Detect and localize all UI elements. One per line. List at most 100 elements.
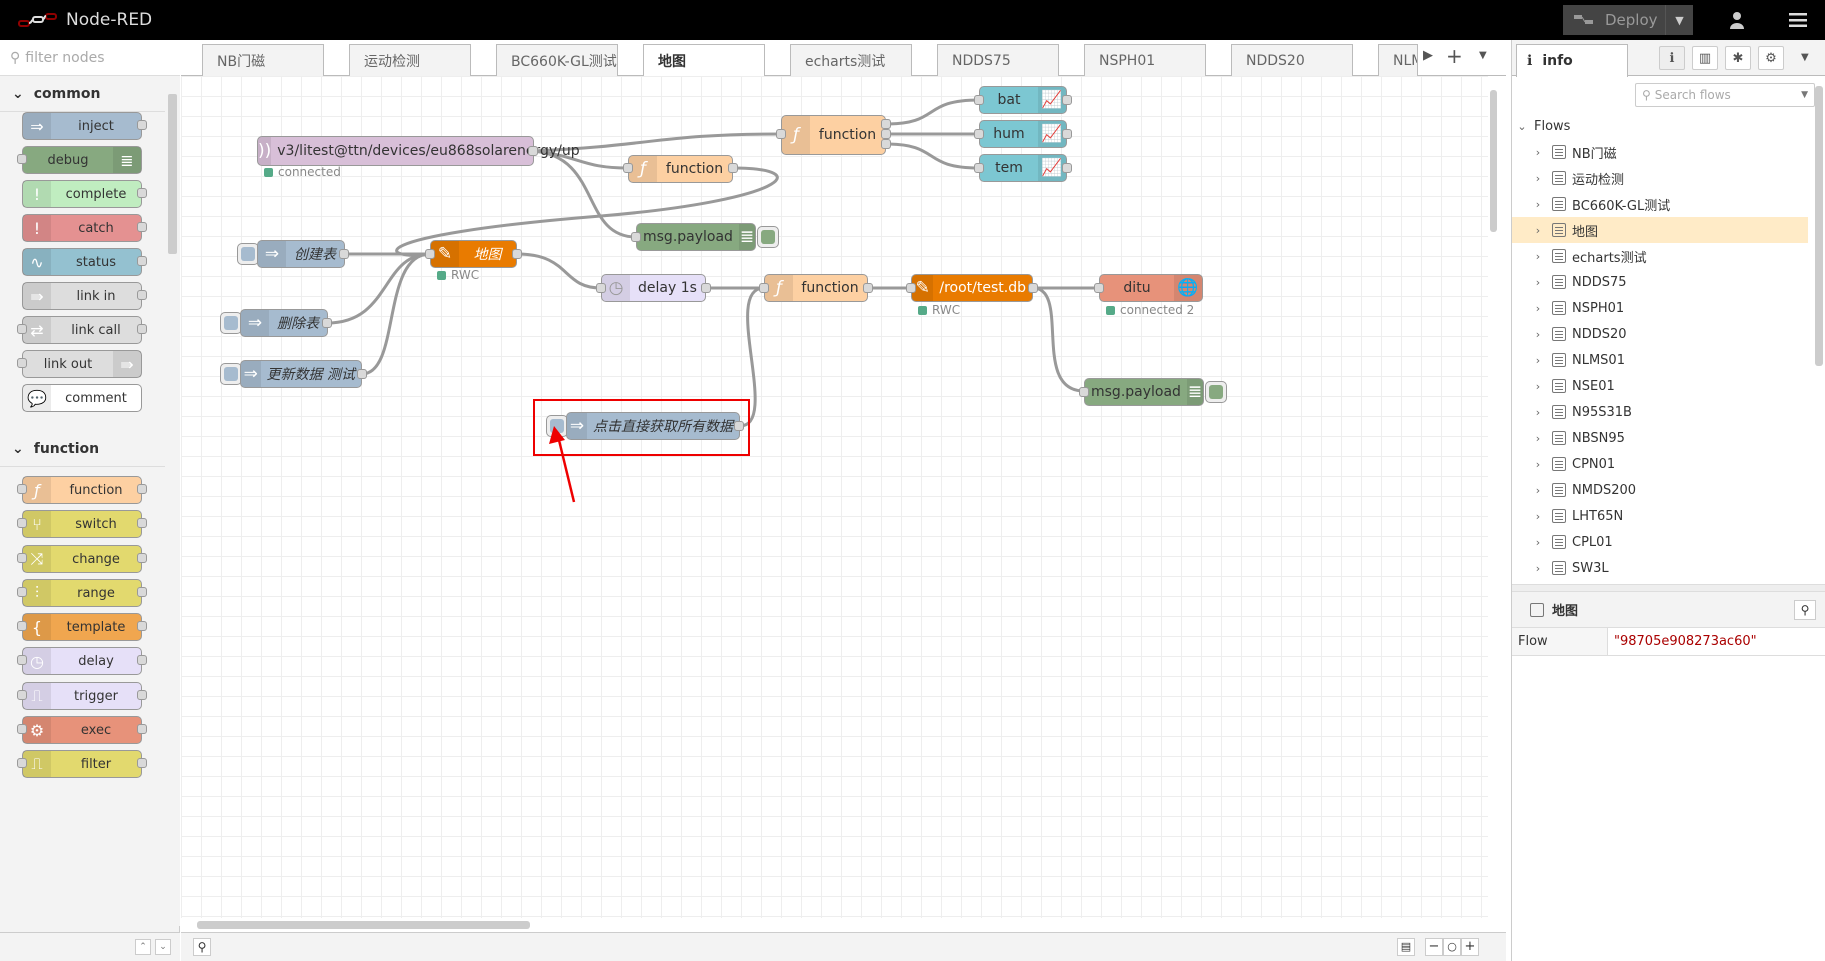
- output-port[interactable]: [701, 283, 711, 293]
- zoom-out-icon[interactable]: −: [1425, 938, 1443, 956]
- canvas-horizontal-scrollbar[interactable]: [181, 918, 1488, 932]
- canvas-vertical-scrollbar[interactable]: [1488, 76, 1500, 918]
- tree-item-flow[interactable]: › SW3L: [1512, 555, 1808, 581]
- tree-item-flow[interactable]: › CPL01: [1512, 529, 1808, 555]
- tab-echarts[interactable]: echarts测试: [790, 44, 912, 76]
- input-port[interactable]: [974, 129, 984, 139]
- palette-node-delay[interactable]: ◷ delay: [22, 647, 142, 675]
- output-port[interactable]: [1062, 129, 1072, 139]
- input-port[interactable]: [1079, 387, 1089, 397]
- debug-node-2[interactable]: ≣ msg.payload: [1084, 378, 1204, 406]
- tab-ndds75[interactable]: NDDS75: [937, 44, 1059, 76]
- search-icon[interactable]: ⚲: [1794, 599, 1816, 620]
- websocket-out-node[interactable]: 🌐 ditu: [1099, 274, 1203, 302]
- palette-scrollbar[interactable]: [165, 76, 180, 926]
- main-menu-button[interactable]: [1770, 0, 1825, 40]
- tree-item-flow[interactable]: › NMDS200: [1512, 477, 1808, 503]
- tree-item-flow[interactable]: › NDDS75: [1512, 269, 1808, 295]
- debug-toggle-button[interactable]: [757, 226, 779, 248]
- tree-item-flow[interactable]: › 运动检测: [1512, 165, 1808, 191]
- palette-node-trigger[interactable]: ⎍ trigger: [22, 682, 142, 710]
- output-port[interactable]: [1062, 95, 1072, 105]
- chart-node-hum[interactable]: 📈 hum: [979, 120, 1067, 148]
- deploy-button[interactable]: Deploy ▼: [1563, 5, 1693, 35]
- palette-node-comment[interactable]: 💬 comment: [22, 384, 142, 412]
- tab-motion[interactable]: 运动检测: [349, 44, 471, 76]
- inject-node-create[interactable]: ⇒ 创建表: [257, 240, 345, 268]
- output-port[interactable]: [512, 249, 522, 259]
- tree-root-flows[interactable]: ⌄ Flows: [1512, 113, 1808, 139]
- sidebar-scrollbar[interactable]: [1812, 76, 1825, 622]
- palette-node-function[interactable]: ƒ function: [22, 476, 142, 504]
- flow-canvas[interactable]: )) v3/litest@ttn/devices/eu868solarenergy…: [181, 76, 1498, 932]
- input-port[interactable]: [1094, 283, 1104, 293]
- palette-node-change[interactable]: ⤨ change: [22, 545, 142, 573]
- tree-item-flow[interactable]: › LHT65N: [1512, 503, 1808, 529]
- palette-node-status[interactable]: ∿ status: [22, 248, 142, 276]
- tab-map[interactable]: 地图: [643, 44, 765, 77]
- expand-all-icon[interactable]: ⌄: [155, 939, 171, 955]
- scrollbar-thumb[interactable]: [1815, 86, 1823, 366]
- tab-ndds20[interactable]: NDDS20: [1231, 44, 1353, 76]
- debug-node-1[interactable]: ≣ msg.payload: [636, 223, 756, 251]
- tab-list-caret-icon[interactable]: ▼: [1479, 50, 1487, 61]
- scrollbar-thumb[interactable]: [197, 921, 530, 929]
- output-port[interactable]: [339, 249, 349, 259]
- palette-node-link-call[interactable]: ⇄ link call: [22, 316, 142, 344]
- gear-icon[interactable]: ⚙: [1758, 46, 1784, 70]
- tab-nb-door[interactable]: NB门磁: [202, 44, 324, 76]
- palette-filter-input[interactable]: ⚲ filter nodes: [0, 40, 180, 76]
- inject-trigger-button[interactable]: [237, 243, 259, 265]
- palette-node-link-out[interactable]: ⇛ link out: [22, 350, 142, 378]
- output-port[interactable]: [357, 369, 367, 379]
- input-port[interactable]: [974, 95, 984, 105]
- delay-node[interactable]: ◷ delay 1s: [601, 274, 706, 302]
- palette-node-link-in[interactable]: ⇛ link in: [22, 282, 142, 310]
- scroll-tabs-right-icon[interactable]: ▶: [1423, 48, 1433, 63]
- input-port[interactable]: [631, 232, 641, 242]
- output-port[interactable]: [863, 283, 873, 293]
- tree-item-flow[interactable]: › NDDS20: [1512, 321, 1808, 347]
- tree-item-flow-selected[interactable]: › 地图: [1512, 217, 1808, 243]
- tree-item-flow[interactable]: › BC660K-GL测试: [1512, 191, 1808, 217]
- sidebar-splitter[interactable]: [1512, 584, 1825, 592]
- inject-trigger-button[interactable]: [220, 363, 242, 385]
- input-port[interactable]: [425, 249, 435, 259]
- tree-item-flow[interactable]: › NLMS01: [1512, 347, 1808, 373]
- palette-node-filter[interactable]: ⎍ filter: [22, 750, 142, 778]
- tree-item-flow[interactable]: › NBSN95: [1512, 425, 1808, 451]
- function-node-mid[interactable]: ƒ function: [628, 155, 733, 183]
- map-icon[interactable]: ▤: [1397, 938, 1415, 956]
- palette-category-common[interactable]: ⌄ common: [0, 76, 165, 112]
- scrollbar-thumb[interactable]: [168, 94, 177, 254]
- palette-node-range[interactable]: ⫶ range: [22, 579, 142, 607]
- output-port[interactable]: [322, 318, 332, 328]
- mqtt-in-node[interactable]: )) v3/litest@ttn/devices/eu868solarenergy…: [257, 136, 580, 166]
- sidebar-menu-caret-icon[interactable]: ▼: [1801, 52, 1809, 63]
- tab-bc660k[interactable]: BC660K-GL测试: [496, 44, 618, 76]
- inject-node-delete[interactable]: ⇒ 删除表: [240, 309, 328, 337]
- tab-nsph01[interactable]: NSPH01: [1084, 44, 1206, 76]
- collapse-all-icon[interactable]: ⌃: [135, 939, 151, 955]
- input-port[interactable]: [776, 129, 786, 139]
- tree-item-flow[interactable]: › NB门磁: [1512, 139, 1808, 165]
- input-port[interactable]: [759, 283, 769, 293]
- palette-node-exec[interactable]: ⚙ exec: [22, 716, 142, 744]
- palette-node-switch[interactable]: ⑂ switch: [22, 510, 142, 538]
- function-node-row[interactable]: ƒ function: [764, 274, 868, 302]
- inject-node-update[interactable]: ⇒ 更新数据 测试: [240, 360, 362, 388]
- input-port[interactable]: [623, 163, 633, 173]
- input-port[interactable]: [596, 283, 606, 293]
- palette-node-inject[interactable]: ⇒ inject: [22, 112, 142, 140]
- function-node-top[interactable]: ƒ function: [781, 115, 886, 155]
- palette-node-catch[interactable]: ! catch: [22, 214, 142, 242]
- scrollbar-thumb[interactable]: [1490, 90, 1497, 232]
- tree-item-flow[interactable]: › N95S31B: [1512, 399, 1808, 425]
- output-port[interactable]: [528, 146, 538, 156]
- book-icon[interactable]: ▥: [1692, 46, 1718, 70]
- output-port-3[interactable]: [881, 139, 891, 149]
- add-tab-icon[interactable]: +: [1446, 44, 1463, 68]
- search-icon[interactable]: ⚲: [193, 938, 211, 956]
- palette-category-function[interactable]: ⌄ function: [0, 431, 165, 467]
- tab-nlms[interactable]: NLMS: [1378, 44, 1418, 76]
